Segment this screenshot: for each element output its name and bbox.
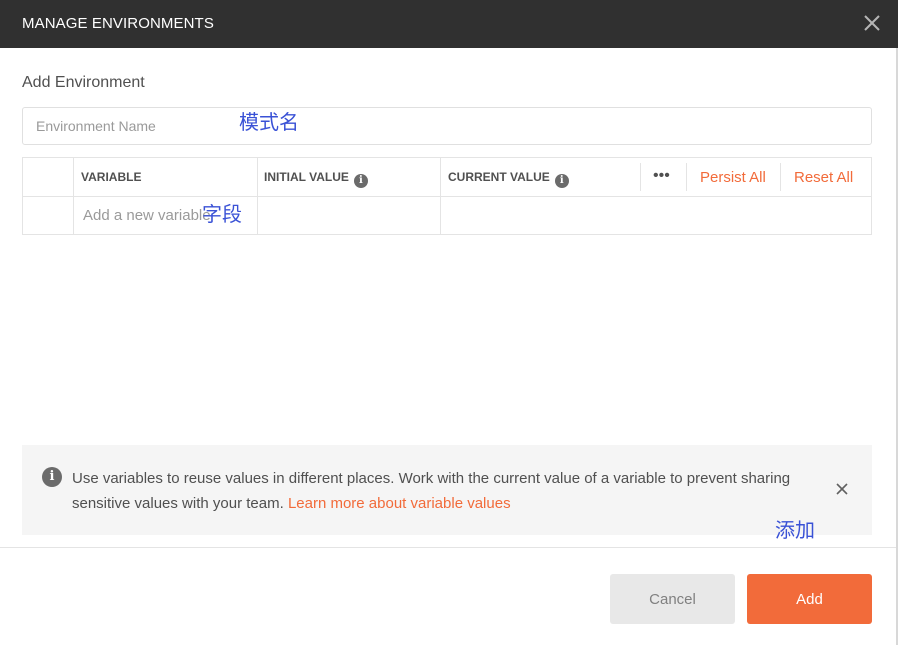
info-icon[interactable]: i <box>353 174 368 188</box>
column-divider <box>686 163 687 191</box>
add-button[interactable]: Add <box>747 574 872 624</box>
column-divider <box>640 163 641 191</box>
header-variable-label: VARIABLE <box>81 170 142 184</box>
annotation-add: 添加 <box>775 518 815 542</box>
persist-all-button[interactable]: Persist All <box>700 169 766 186</box>
cancel-button[interactable]: Cancel <box>610 574 735 624</box>
annotation-field: 字段 <box>202 202 242 226</box>
close-icon[interactable] <box>861 12 883 34</box>
environment-name-input[interactable] <box>22 107 872 145</box>
info-icon[interactable]: i <box>554 174 569 188</box>
annotation-name: 模式名 <box>239 110 299 134</box>
header-variable: VARIABLE <box>81 170 141 184</box>
learn-more-link[interactable]: Learn more about variable values <box>288 495 511 512</box>
close-icon[interactable] <box>835 482 849 496</box>
header-initial-value: INITIAL VALUE i <box>264 170 368 188</box>
footer-divider <box>0 547 896 548</box>
dialog-title: MANAGE ENVIRONMENTS <box>22 15 214 32</box>
section-title: Add Environment <box>22 74 145 91</box>
more-options-button[interactable]: ••• <box>653 167 670 185</box>
dialog-header: MANAGE ENVIRONMENTS <box>0 0 898 48</box>
variables-table: VARIABLE INITIAL VALUE i CURRENT VALUE i •… <box>22 157 872 235</box>
info-icon: i <box>42 467 62 487</box>
header-initial-value-label: INITIAL VALUE <box>264 170 349 184</box>
info-banner: i Use variables to reuse values in diffe… <box>22 445 872 535</box>
header-current-value-label: CURRENT VALUE <box>448 170 550 184</box>
info-text: Use variables to reuse values in differe… <box>72 466 802 516</box>
reset-all-button[interactable]: Reset All <box>794 169 853 186</box>
column-divider <box>780 163 781 191</box>
header-current-value: CURRENT VALUE i <box>448 170 569 188</box>
